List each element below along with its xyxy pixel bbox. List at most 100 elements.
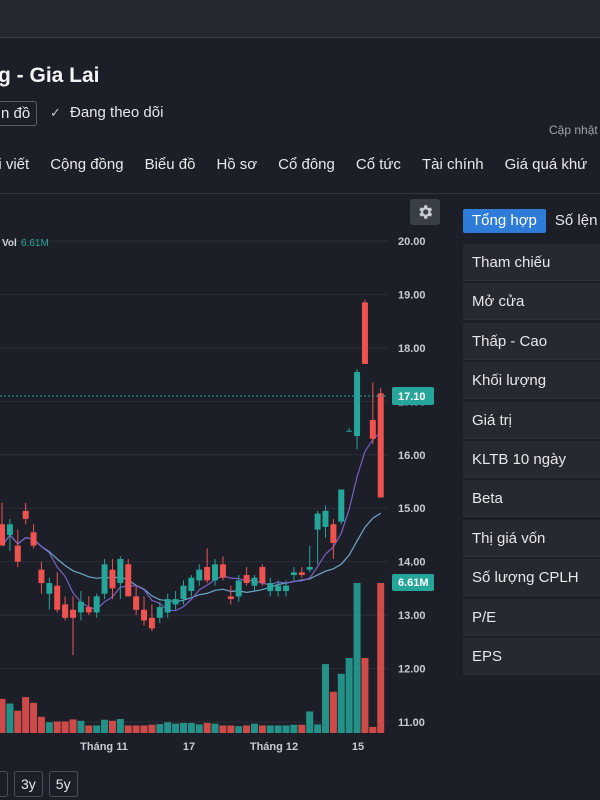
volume-bar — [140, 725, 148, 733]
tab-profile[interactable]: Hồ sơ — [216, 156, 257, 178]
volume-bar — [53, 721, 61, 733]
volume-bar — [164, 722, 172, 733]
candle-body — [133, 596, 140, 610]
volume-bar — [14, 710, 22, 733]
stat-market-cap: Thị giá vốn — [463, 519, 600, 557]
tab-summary[interactable]: Tổng hợp — [463, 209, 546, 233]
candle-body — [283, 585, 290, 592]
candle-body — [14, 545, 21, 562]
stat-value: Giá trị — [463, 401, 600, 439]
y-tick-label: 16.00 — [398, 450, 426, 462]
tab-orders[interactable]: Số lện — [546, 209, 600, 233]
candle-body — [227, 596, 234, 600]
updated-label: Cập nhật — [549, 123, 598, 137]
stat-shares-outstanding: Số lượng CPLH — [463, 559, 600, 597]
candle-body — [70, 609, 77, 618]
volume-bar — [235, 726, 243, 733]
candle-body — [85, 607, 92, 613]
tab-financials[interactable]: Tài chính — [422, 156, 484, 178]
volume-bar — [361, 658, 369, 733]
volume-bar — [30, 702, 38, 733]
chart-button[interactable]: n đồ — [0, 101, 38, 126]
y-tick-label: 11.00 — [398, 717, 425, 729]
volume-bar — [203, 722, 211, 733]
range-button-5y[interactable]: 5y — [48, 771, 78, 797]
candle-body — [54, 585, 61, 610]
volume-bar — [266, 725, 274, 733]
tab-community[interactable]: Cộng đồng — [50, 156, 123, 178]
volume-bar — [314, 724, 322, 733]
top-bar — [0, 0, 600, 38]
volume-bar — [329, 691, 337, 733]
candle-body — [172, 599, 179, 605]
candle-body — [251, 577, 258, 586]
price-chart[interactable]: 20.0019.0018.0017.0016.0015.0014.0013.00… — [0, 194, 445, 764]
tab-shareholders[interactable]: Cổ đông — [278, 156, 335, 178]
x-tick-label: 15 — [352, 741, 364, 753]
volume-bar — [69, 719, 77, 733]
candle-body — [212, 564, 219, 581]
volume-bar — [108, 720, 116, 733]
volume-bar — [321, 664, 329, 733]
candle-body — [369, 420, 376, 439]
volume-tag-label: 6.61M — [398, 577, 429, 589]
volume-bar — [243, 725, 251, 733]
stat-reference: Tham chiếu — [463, 244, 600, 281]
range-button-partial[interactable] — [0, 771, 8, 797]
volume-bar — [61, 721, 69, 733]
stat-avg-volume-10d: KLTB 10 ngày — [463, 440, 600, 478]
volume-bar — [290, 724, 298, 733]
volume-bar — [337, 673, 345, 733]
volume-bar — [93, 725, 101, 733]
candle-body — [188, 577, 195, 592]
range-button-3y[interactable]: 3y — [14, 771, 43, 797]
stat-volume: Khối lượng — [463, 362, 600, 400]
gear-icon — [419, 205, 433, 219]
candle-body — [275, 585, 282, 592]
volume-bar — [37, 716, 45, 733]
volume-bar — [195, 724, 203, 733]
candle-body — [0, 524, 5, 546]
volume-bar — [353, 583, 361, 733]
summary-tabs: Tổng hợp Số lện — [463, 209, 600, 233]
y-tick-label: 19.00 — [398, 289, 426, 301]
candle-body — [306, 567, 313, 570]
volume-bar — [369, 726, 377, 733]
volume-bar — [148, 724, 156, 733]
stat-pe: P/E — [463, 598, 600, 636]
volume-bar — [250, 723, 258, 733]
candle-body — [93, 596, 100, 613]
candle-body — [354, 371, 361, 437]
y-tick-label: 15.00 — [398, 503, 426, 515]
tab-price-history[interactable]: Giá quá khứ — [505, 156, 588, 178]
volume-bar — [179, 722, 187, 733]
tab-dividends[interactable]: Cổ tức — [356, 156, 401, 178]
last-price-label: 17.10 — [398, 391, 426, 403]
volume-bar — [156, 724, 164, 733]
stock-title: g - Gia Lai — [0, 64, 100, 87]
candle-body — [117, 558, 124, 584]
follow-label: Đang theo dõi — [70, 104, 164, 121]
volume-bar — [45, 722, 53, 733]
range-buttons: 3y 5y — [0, 771, 78, 797]
tab-chart[interactable]: Biểu đồ — [145, 156, 196, 178]
volume-bar — [211, 723, 219, 733]
candle-body — [148, 617, 155, 629]
candle-body — [156, 607, 163, 618]
follow-button[interactable]: ✓ Đang theo dõi — [50, 104, 163, 121]
volume-bar — [101, 719, 109, 733]
check-icon: ✓ — [50, 105, 61, 120]
chart-settings-button[interactable] — [410, 199, 440, 225]
candle-body — [141, 609, 148, 621]
volume-legend-label: Vol — [2, 238, 17, 249]
x-tick-label: Tháng 12 — [250, 741, 298, 753]
stat-eps: EPS — [463, 637, 600, 675]
tab-articles[interactable]: ài viết — [0, 156, 29, 178]
volume-bar — [219, 725, 227, 733]
candle-body — [6, 524, 13, 535]
candle-body — [22, 510, 29, 519]
volume-bar — [187, 722, 195, 733]
candle-body — [298, 572, 305, 576]
x-tick-label: 17 — [183, 741, 195, 753]
candle-body — [204, 567, 211, 581]
